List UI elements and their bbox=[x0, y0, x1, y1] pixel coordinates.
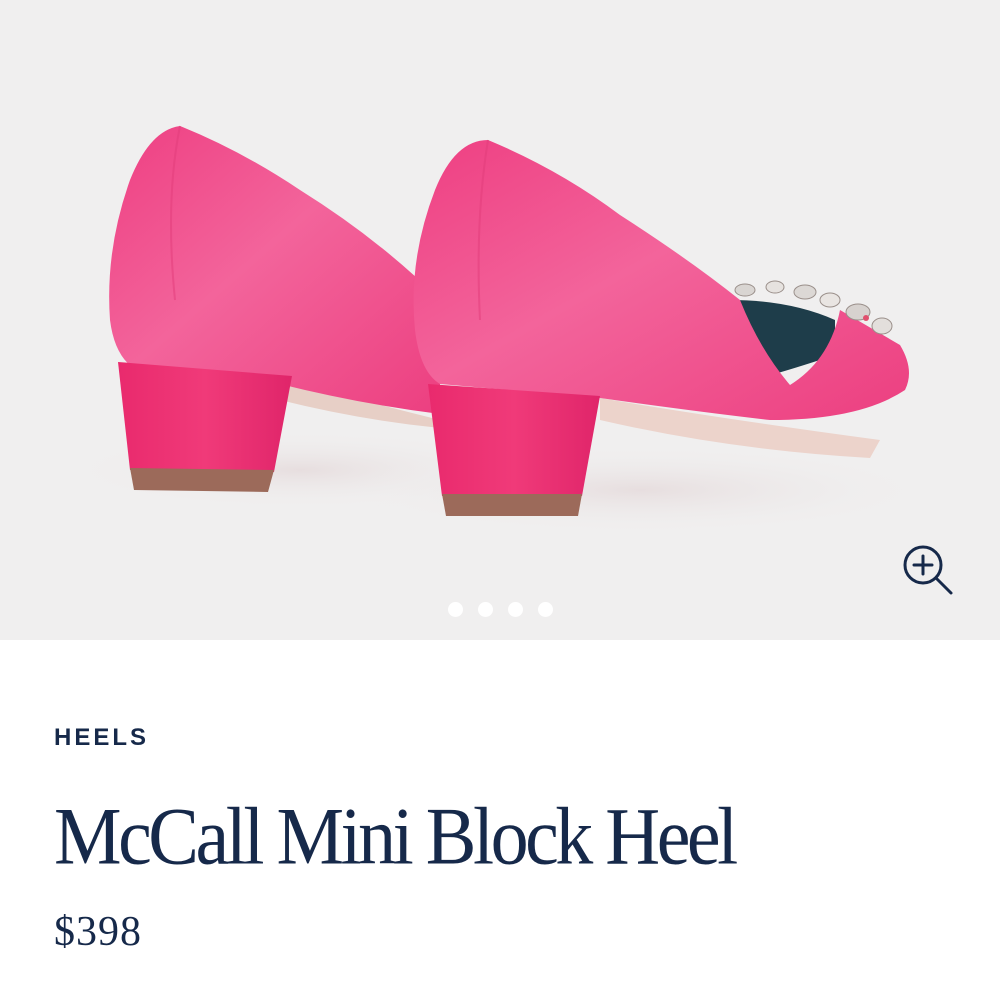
product-image-gallery[interactable] bbox=[0, 0, 1000, 640]
zoom-in-icon bbox=[903, 545, 953, 595]
zoom-button[interactable] bbox=[898, 540, 958, 600]
gallery-dot-2[interactable] bbox=[477, 602, 493, 617]
gallery-pagination bbox=[0, 602, 1000, 617]
product-title: McCall Mini Block Heel bbox=[54, 791, 738, 882]
gallery-dot-4[interactable] bbox=[537, 602, 553, 617]
gallery-dot-1[interactable] bbox=[447, 602, 463, 617]
product-price: $398 bbox=[54, 909, 142, 955]
product-image bbox=[60, 125, 940, 535]
gallery-dot-3[interactable] bbox=[507, 602, 523, 617]
product-category-link[interactable]: HEELS bbox=[54, 724, 149, 752]
